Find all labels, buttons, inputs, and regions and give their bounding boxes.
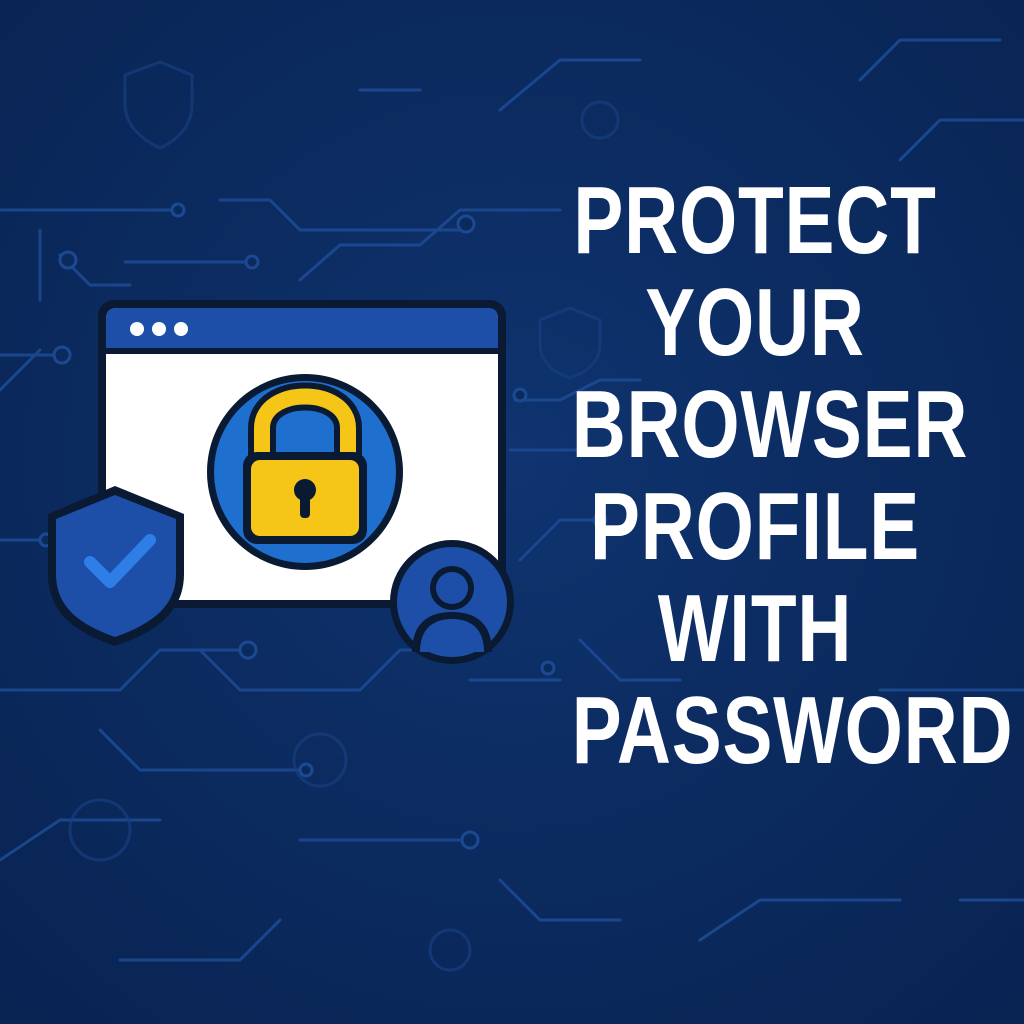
headline-line-1: PROTECT — [573, 167, 937, 274]
headline: PROTECT YOUR BROWSER PROFILE WITH PASSWO… — [571, 167, 1014, 784]
headline-line-6: PASSWORD — [571, 677, 1014, 784]
poster-canvas: PROTECT YOUR BROWSER PROFILE WITH PASSWO… — [0, 0, 1024, 1024]
user-avatar-icon — [390, 540, 514, 664]
headline-line-2: YOUR — [645, 269, 865, 376]
headline-line-3: BROWSER — [571, 371, 969, 478]
shield-check-icon — [48, 486, 184, 646]
headline-line-4: PROFILE — [590, 473, 920, 580]
headline-line-5: WITH — [657, 575, 853, 682]
padlock-icon — [207, 374, 403, 570]
